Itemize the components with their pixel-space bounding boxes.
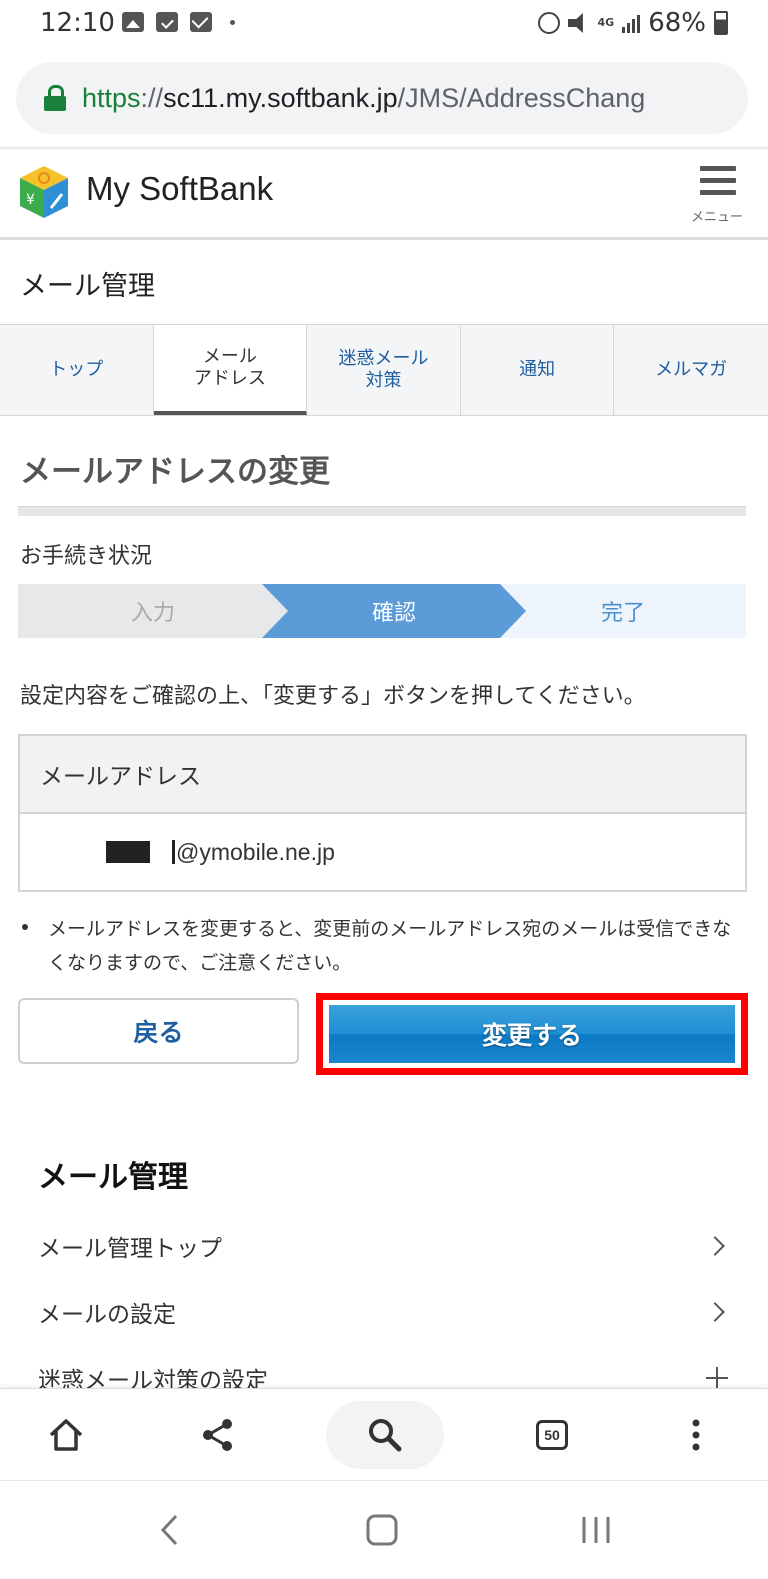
system-icons: 4G 68% [537, 8, 728, 38]
softbank-cube-logo-icon[interactable]: ¥ [18, 164, 70, 220]
chevron-right-icon [705, 1302, 725, 1322]
address-table-header: メールアドレス [20, 736, 745, 814]
network-type-icon: 4G [597, 16, 615, 29]
section-title: メール管理 [20, 271, 155, 302]
chevron-right-icon [705, 1236, 725, 1256]
address-bar[interactable]: https://sc11.my.softbank.jp/JMS/AddressC… [16, 62, 748, 134]
share-button[interactable] [186, 1403, 250, 1467]
battery-percent: 68% [648, 8, 706, 38]
tab-top[interactable]: トップ [0, 325, 154, 415]
search-icon-wrap[interactable] [353, 1403, 417, 1467]
browser-address-bar-area: https://sc11.my.softbank.jp/JMS/AddressC… [0, 48, 768, 148]
more-vertical-icon [692, 1419, 700, 1451]
system-recents-button[interactable] [566, 1505, 626, 1555]
nav-item-label: メールの設定 [38, 1302, 176, 1328]
gmail-notification-icon [190, 12, 212, 32]
site-logo-text[interactable]: My SoftBank [86, 170, 273, 208]
image-notification-icon [122, 12, 144, 32]
clipboard-notification-icon [156, 12, 178, 32]
confirm-instruction: 設定内容をご確認の上、「変更する」ボタンを押してください。 [20, 684, 646, 709]
bullet-icon [22, 924, 28, 930]
notification-icons [122, 12, 235, 32]
address-table: メールアドレス @ymobile.ne.jp [18, 734, 747, 892]
change-button[interactable]: 変更する [329, 1005, 735, 1063]
site-header: ¥ My SoftBank メニュー [0, 150, 768, 240]
progress-steps: 入力 完了 確認 [18, 584, 746, 638]
status-time: 12:10 [40, 8, 115, 38]
caution-note-text: メールアドレスを変更すると、変更前のメールアドレス宛のメールは受信できなくなりま… [48, 918, 732, 974]
plus-expand-icon [706, 1367, 728, 1389]
search-icon [369, 1419, 402, 1452]
hamburger-icon [700, 166, 736, 196]
share-icon [203, 1419, 232, 1451]
menu-button[interactable]: メニュー [688, 164, 746, 230]
page-heading: メールアドレスの変更 [20, 454, 330, 490]
more-options-button[interactable] [664, 1403, 728, 1467]
procedure-status-label: お手続き状況 [20, 544, 153, 569]
mute-icon [567, 13, 583, 33]
status-bar: 12:10 4G 68% [0, 0, 768, 48]
home-square-icon [366, 1514, 398, 1546]
alarm-icon [537, 12, 560, 34]
tab-mail-address[interactable]: メール アドレス [153, 325, 308, 415]
signal-icon [622, 13, 641, 33]
url-text[interactable]: https://sc11.my.softbank.jp/JMS/AddressC… [82, 83, 645, 114]
recents-icon [582, 1517, 610, 1543]
heading-divider [18, 506, 746, 516]
lock-icon[interactable] [44, 85, 66, 111]
more-notifications-dot-icon [230, 19, 235, 25]
back-chevron-icon [160, 1514, 178, 1546]
back-button[interactable]: 戻る [18, 998, 299, 1064]
home-button[interactable] [34, 1403, 98, 1467]
svg-text:¥: ¥ [26, 192, 35, 208]
caution-note: メールアドレスを変更すると、変更前のメールアドレス宛のメールは受信できなくなりま… [22, 912, 748, 980]
tab-bar: トップ メール アドレス 迷惑メール 対策 通知 メルマガ [0, 324, 768, 416]
system-home-button[interactable] [352, 1505, 412, 1555]
menu-label: メニュー [690, 210, 743, 225]
system-back-button[interactable] [140, 1505, 200, 1555]
nav-item-mail-management-top[interactable]: メール管理トップ [38, 1226, 728, 1266]
mail-management-nav-title: メール管理 [38, 1160, 188, 1195]
step-complete: 完了 [500, 584, 746, 638]
tabs-button[interactable]: 50 [520, 1403, 584, 1467]
address-table-value: @ymobile.ne.jp [20, 814, 745, 890]
tab-count-icon: 50 [536, 1420, 568, 1450]
battery-icon [714, 11, 728, 35]
system-navigation-bar [0, 1480, 768, 1579]
step-confirm-current: 確認 [262, 584, 526, 638]
browser-toolbar: 50 [0, 1388, 768, 1480]
text-cursor [172, 840, 175, 864]
home-icon [49, 1419, 83, 1451]
step-input: 入力 [18, 584, 288, 638]
tab-mail-magazine[interactable]: メルマガ [614, 325, 768, 415]
nav-item-mail-settings[interactable]: メールの設定 [38, 1292, 728, 1332]
redacted-username [106, 841, 150, 863]
nav-item-label: メール管理トップ [38, 1236, 222, 1262]
email-domain: @ymobile.ne.jp [176, 838, 335, 865]
tab-spam-filter[interactable]: 迷惑メール 対策 [307, 325, 461, 415]
tab-notification[interactable]: 通知 [461, 325, 615, 415]
